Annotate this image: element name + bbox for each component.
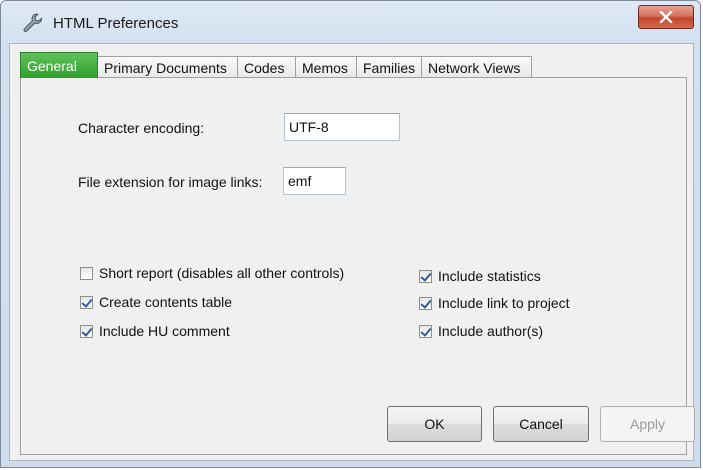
short-report-checkbox[interactable]: Short report (disables all other control… — [80, 265, 344, 281]
authors-checkbox[interactable]: Include author(s) — [419, 323, 543, 339]
link-project-label: Include link to project — [438, 295, 570, 311]
statistics-checkbox[interactable]: Include statistics — [419, 268, 541, 284]
contents-table-checkbox[interactable]: Create contents table — [80, 294, 232, 310]
short-report-label: Short report (disables all other control… — [99, 265, 345, 281]
general-panel: Character encoding: UTF-8 File extension… — [20, 77, 695, 455]
checkbox-box[interactable] — [419, 296, 432, 310]
checkbox-box[interactable] — [419, 269, 432, 283]
character-encoding-input[interactable]: UTF-8 — [284, 113, 400, 141]
hu-comment-label: Include HU comment — [99, 323, 230, 339]
apply-button[interactable]: Apply — [600, 406, 695, 442]
ok-button[interactable]: OK — [387, 406, 482, 442]
statistics-label: Include statistics — [438, 268, 541, 284]
dialog-window: HTML Preferences General Primary Documen… — [0, 0, 701, 468]
cancel-button[interactable]: Cancel — [493, 406, 589, 442]
tab-families[interactable]: Families — [356, 56, 422, 78]
checkbox-box[interactable] — [80, 324, 93, 338]
close-button[interactable] — [638, 5, 694, 29]
tab-primary-documents[interactable]: Primary Documents — [97, 56, 238, 78]
title-bar[interactable]: HTML Preferences — [1, 1, 700, 43]
close-icon — [659, 11, 673, 23]
checkbox-box[interactable] — [80, 295, 93, 309]
contents-table-label: Create contents table — [99, 294, 233, 310]
wrench-icon — [23, 13, 43, 32]
checkbox-box[interactable] — [419, 324, 432, 338]
hu-comment-checkbox[interactable]: Include HU comment — [80, 323, 230, 339]
tab-general[interactable]: General — [20, 52, 98, 78]
window-title: HTML Preferences — [53, 15, 179, 32]
image-extension-input[interactable]: emf — [283, 167, 346, 195]
dialog-body: General Primary Documents Codes Memos Fa… — [9, 43, 695, 461]
authors-label: Include author(s) — [438, 323, 544, 339]
character-encoding-label: Character encoding: — [78, 120, 205, 136]
image-extension-label: File extension for image links: — [78, 174, 263, 190]
tab-strip: General Primary Documents Codes Memos Fa… — [20, 52, 532, 78]
checkbox-box[interactable] — [80, 266, 93, 280]
tab-codes[interactable]: Codes — [237, 56, 296, 78]
tab-memos[interactable]: Memos — [295, 56, 357, 78]
link-project-checkbox[interactable]: Include link to project — [419, 295, 570, 311]
tab-network-views[interactable]: Network Views — [421, 56, 532, 78]
